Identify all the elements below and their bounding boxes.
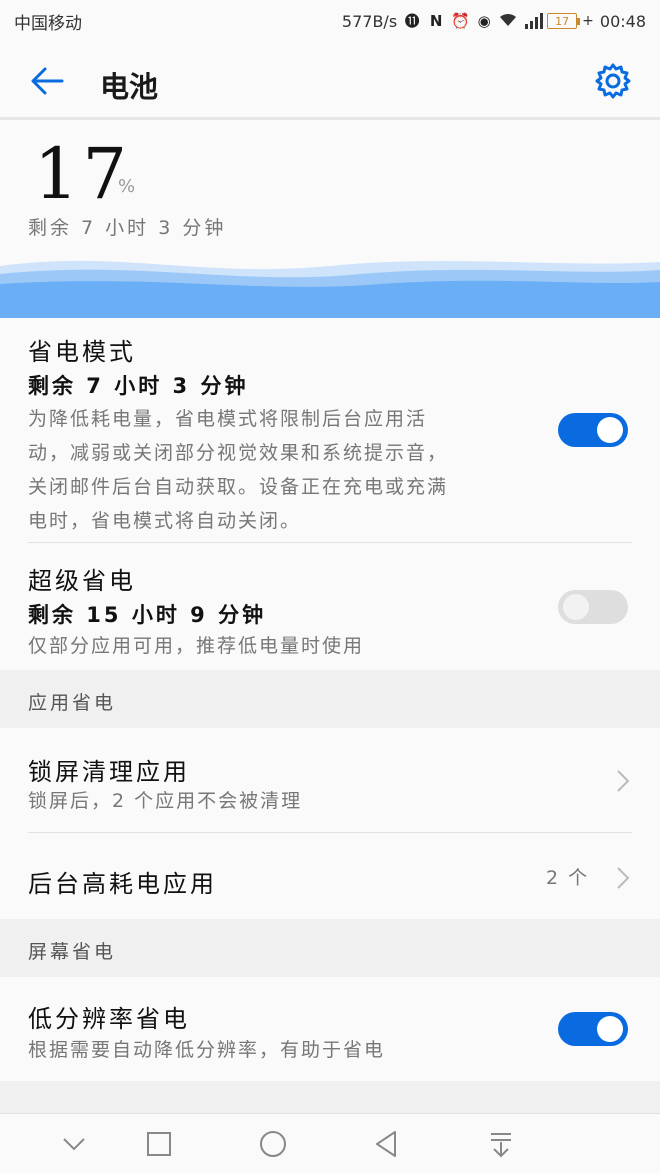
battery-percent: 17 (34, 133, 132, 215)
battery-icon: 17 + (547, 13, 594, 29)
low-res-toggle[interactable] (558, 1012, 628, 1046)
section-header-app-label: 应用省电 (28, 692, 117, 714)
recent-apps-icon[interactable] (143, 1128, 175, 1160)
background-drain-title: 后台高耗电应用 (28, 870, 217, 898)
super-saving-title: 超级省电 (28, 567, 136, 595)
super-saving-toggle[interactable] (558, 590, 628, 624)
notification-pull-icon[interactable] (485, 1128, 517, 1160)
low-res-desc: 根据需要自动降低分辨率，有助于省电 (28, 1039, 386, 1061)
clock: 00:48 (599, 11, 646, 31)
section-header-screen: 屏幕省电 (0, 919, 660, 977)
divider (28, 542, 632, 543)
gear-icon (595, 63, 631, 99)
divider (28, 832, 632, 833)
power-saving-row[interactable]: 省电模式 剩余 7 小时 3 分钟 为降低耗电量，省电模式将限制后台应用活 动，… (0, 318, 660, 544)
super-saving-desc: 仅部分应用可用，推荐低电量时使用 (28, 635, 365, 657)
low-res-title: 低分辨率省电 (28, 1005, 190, 1033)
background-drain-row[interactable]: 后台高耗电应用 2 个 (0, 834, 660, 919)
app-bar: 电池 (0, 42, 660, 120)
battery-level: 17 (555, 14, 570, 28)
back-button[interactable] (28, 62, 66, 100)
power-saving-desc: 为降低耗电量，省电模式将限制后台应用活 动，减弱或关闭部分视觉效果和系统提示音，… (28, 408, 449, 532)
low-res-row[interactable]: 低分辨率省电 根据需要自动降低分辨率，有助于省电 (0, 977, 660, 1081)
power-saving-toggle[interactable] (558, 413, 628, 447)
carrier-label: 中国移动 (14, 13, 82, 34)
status-bar: 中国移动 577B/s ⓫ N ⏰ ◉ 17 + 00:48 (0, 0, 660, 42)
power-saving-remaining: 剩余 7 小时 3 分钟 (28, 374, 249, 398)
super-saving-remaining: 剩余 15 小时 9 分钟 (28, 603, 267, 627)
section-header-screen-label: 屏幕省电 (28, 941, 117, 963)
chevron-right-icon (617, 867, 630, 889)
percent-unit: % (118, 176, 136, 197)
hide-nav-icon[interactable] (58, 1128, 90, 1160)
navigation-bar (0, 1113, 660, 1173)
chevron-right-icon (617, 770, 630, 792)
alarm-icon: ⏰ (451, 12, 470, 30)
battery-hero: 17 % 剩余 7 小时 3 分钟 (0, 123, 660, 318)
back-nav-icon[interactable] (371, 1128, 403, 1160)
status-icons: 577B/s ⓫ N ⏰ ◉ 17 + 00:48 (342, 12, 646, 31)
lock-screen-clean-row[interactable]: 锁屏清理应用 锁屏后，2 个应用不会被清理 (0, 728, 660, 833)
power-saving-title: 省电模式 (28, 338, 136, 366)
signal-icon (523, 12, 544, 30)
data-saver-icon: ⓫ (404, 12, 420, 30)
super-saving-row[interactable]: 超级省电 剩余 15 小时 9 分钟 仅部分应用可用，推荐低电量时使用 (0, 545, 660, 670)
eye-comfort-icon: ◉ (477, 12, 491, 30)
page-title: 电池 (100, 70, 159, 104)
nfc-icon: N (429, 12, 443, 30)
section-header-app: 应用省电 (0, 670, 660, 728)
settings-button[interactable] (594, 62, 632, 100)
lock-screen-clean-title: 锁屏清理应用 (28, 758, 190, 786)
wifi-icon (499, 12, 517, 30)
remaining-time: 剩余 7 小时 3 分钟 (28, 217, 227, 239)
lock-screen-clean-desc: 锁屏后，2 个应用不会被清理 (28, 790, 303, 812)
background-drain-count: 2 个 (546, 867, 590, 889)
arrow-left-icon (31, 67, 64, 95)
network-speed: 577B/s (341, 11, 398, 31)
battery-wave (0, 260, 660, 318)
home-icon[interactable] (257, 1128, 289, 1160)
